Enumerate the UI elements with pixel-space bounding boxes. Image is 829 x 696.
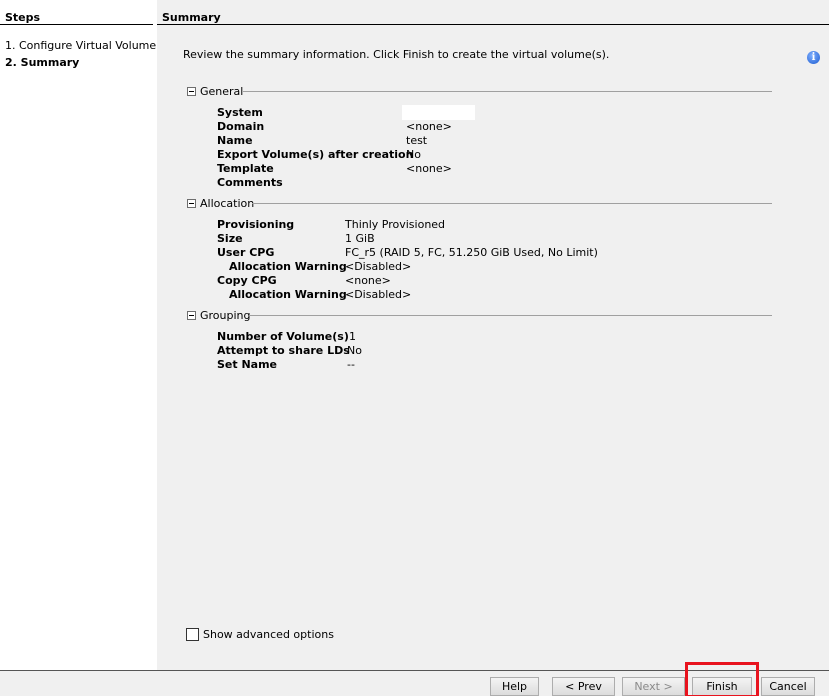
user-allocation-warning-value: <Disabled> xyxy=(345,260,412,273)
steps-header: Steps xyxy=(5,11,41,24)
step-summary[interactable]: 2. Summary xyxy=(5,56,79,69)
domain-value: <none> xyxy=(406,120,452,133)
info-icon[interactable]: i xyxy=(807,51,820,64)
collapse-icon[interactable] xyxy=(187,311,196,320)
system-label: System xyxy=(217,106,263,119)
finish-button[interactable]: Finish xyxy=(692,677,752,696)
template-label: Template xyxy=(217,162,274,175)
provisioning-value: Thinly Provisioned xyxy=(345,218,446,231)
size-value: 1 GiB xyxy=(345,232,375,245)
user-allocation-warning-label: Allocation Warning xyxy=(229,260,347,273)
section-grouping-divider xyxy=(249,315,772,316)
collapse-icon[interactable] xyxy=(187,87,196,96)
size-label: Size xyxy=(217,232,243,245)
export-volumes-label: Export Volume(s) after creation xyxy=(217,148,414,161)
show-advanced-options[interactable]: Show advanced options xyxy=(186,628,334,641)
name-label: Name xyxy=(217,134,253,147)
section-allocation[interactable]: Allocation xyxy=(187,197,254,210)
summary-panel: Summary Review the summary information. … xyxy=(157,0,829,670)
summary-header: Summary xyxy=(162,11,221,24)
section-allocation-title: Allocation xyxy=(200,197,255,210)
number-of-volumes-label: Number of Volume(s) xyxy=(217,330,349,343)
provisioning-label: Provisioning xyxy=(217,218,295,231)
prev-button[interactable]: < Prev xyxy=(552,677,615,696)
steps-divider xyxy=(0,24,153,25)
section-grouping-title: Grouping xyxy=(200,309,251,322)
next-button[interactable]: Next > xyxy=(622,677,685,696)
name-value: test xyxy=(406,134,428,147)
cancel-button[interactable]: Cancel xyxy=(761,677,815,696)
number-of-volumes-value: 1 xyxy=(349,330,356,343)
export-volumes-value: No xyxy=(406,148,421,161)
show-advanced-options-checkbox[interactable] xyxy=(186,628,199,641)
system-value xyxy=(402,105,475,120)
summary-divider xyxy=(157,24,829,25)
section-general[interactable]: General xyxy=(187,85,243,98)
help-button[interactable]: Help xyxy=(490,677,539,696)
section-allocation-divider xyxy=(252,203,772,204)
section-general-title: General xyxy=(200,85,244,98)
copy-cpg-label: Copy CPG xyxy=(217,274,277,287)
comments-label: Comments xyxy=(217,176,283,189)
steps-panel: Steps 1. Configure Virtual Volume 2. Sum… xyxy=(0,0,157,670)
section-general-divider xyxy=(243,91,772,92)
share-lds-label: Attempt to share LDs xyxy=(217,344,350,357)
show-advanced-options-label: Show advanced options xyxy=(203,628,334,641)
domain-label: Domain xyxy=(217,120,265,133)
set-name-value: -- xyxy=(347,358,355,371)
section-grouping[interactable]: Grouping xyxy=(187,309,251,322)
user-cpg-value: FC_r5 (RAID 5, FC, 51.250 GiB Used, No L… xyxy=(345,246,598,259)
share-lds-value: No xyxy=(347,344,362,357)
copy-allocation-warning-value: <Disabled> xyxy=(345,288,412,301)
step-configure-virtual-volume[interactable]: 1. Configure Virtual Volume xyxy=(5,39,156,52)
user-cpg-label: User CPG xyxy=(217,246,275,259)
set-name-label: Set Name xyxy=(217,358,278,371)
copy-cpg-value: <none> xyxy=(345,274,391,287)
collapse-icon[interactable] xyxy=(187,199,196,208)
summary-intro-text: Review the summary information. Click Fi… xyxy=(183,48,610,61)
copy-allocation-warning-label: Allocation Warning xyxy=(229,288,347,301)
template-value: <none> xyxy=(406,162,452,175)
